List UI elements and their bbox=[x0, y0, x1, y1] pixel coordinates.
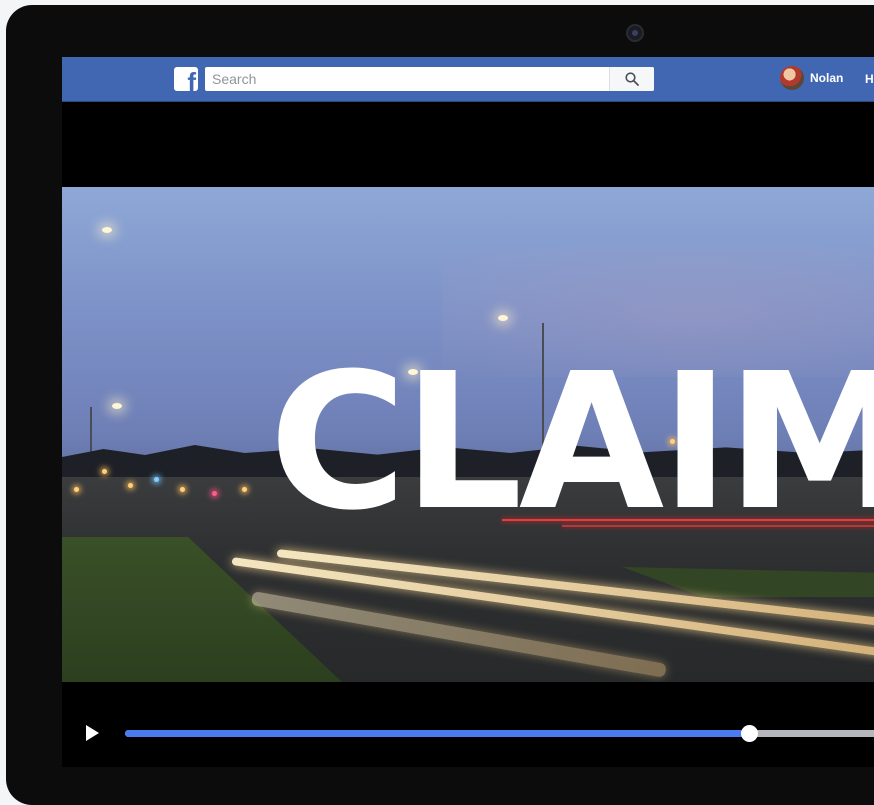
street-lamp-light bbox=[112, 403, 122, 409]
play-icon[interactable] bbox=[86, 725, 99, 741]
town-light bbox=[128, 483, 133, 488]
search-icon bbox=[625, 72, 639, 86]
search-bar bbox=[205, 67, 654, 91]
avatar bbox=[780, 66, 804, 90]
video-player[interactable]: CLAIM bbox=[62, 187, 874, 682]
profile-link[interactable]: Nolan bbox=[780, 66, 843, 90]
progress-fill bbox=[125, 730, 749, 737]
town-light bbox=[212, 491, 217, 496]
town-light bbox=[102, 469, 107, 474]
town-light bbox=[74, 487, 79, 492]
search-button[interactable] bbox=[609, 67, 654, 91]
video-controls bbox=[62, 715, 874, 755]
town-light bbox=[154, 477, 159, 482]
video-title-overlay: CLAIM bbox=[269, 333, 874, 552]
nav-home-link[interactable]: Ho bbox=[865, 72, 874, 86]
progress-bar[interactable] bbox=[125, 725, 874, 742]
top-navigation-bar: f Nolan Ho bbox=[62, 57, 874, 102]
facebook-logo-icon[interactable]: f bbox=[174, 67, 198, 91]
logo-letter: f bbox=[187, 67, 196, 91]
search-input[interactable] bbox=[205, 68, 609, 90]
town-light bbox=[180, 487, 185, 492]
screen: f Nolan Ho bbox=[62, 57, 874, 767]
town-light bbox=[242, 487, 247, 492]
progress-thumb[interactable] bbox=[741, 725, 758, 742]
street-lamp-light bbox=[498, 315, 508, 321]
street-lamp-light bbox=[102, 227, 112, 233]
user-name: Nolan bbox=[810, 71, 844, 85]
laptop-frame: f Nolan Ho bbox=[6, 5, 874, 805]
webcam-icon bbox=[626, 24, 644, 42]
